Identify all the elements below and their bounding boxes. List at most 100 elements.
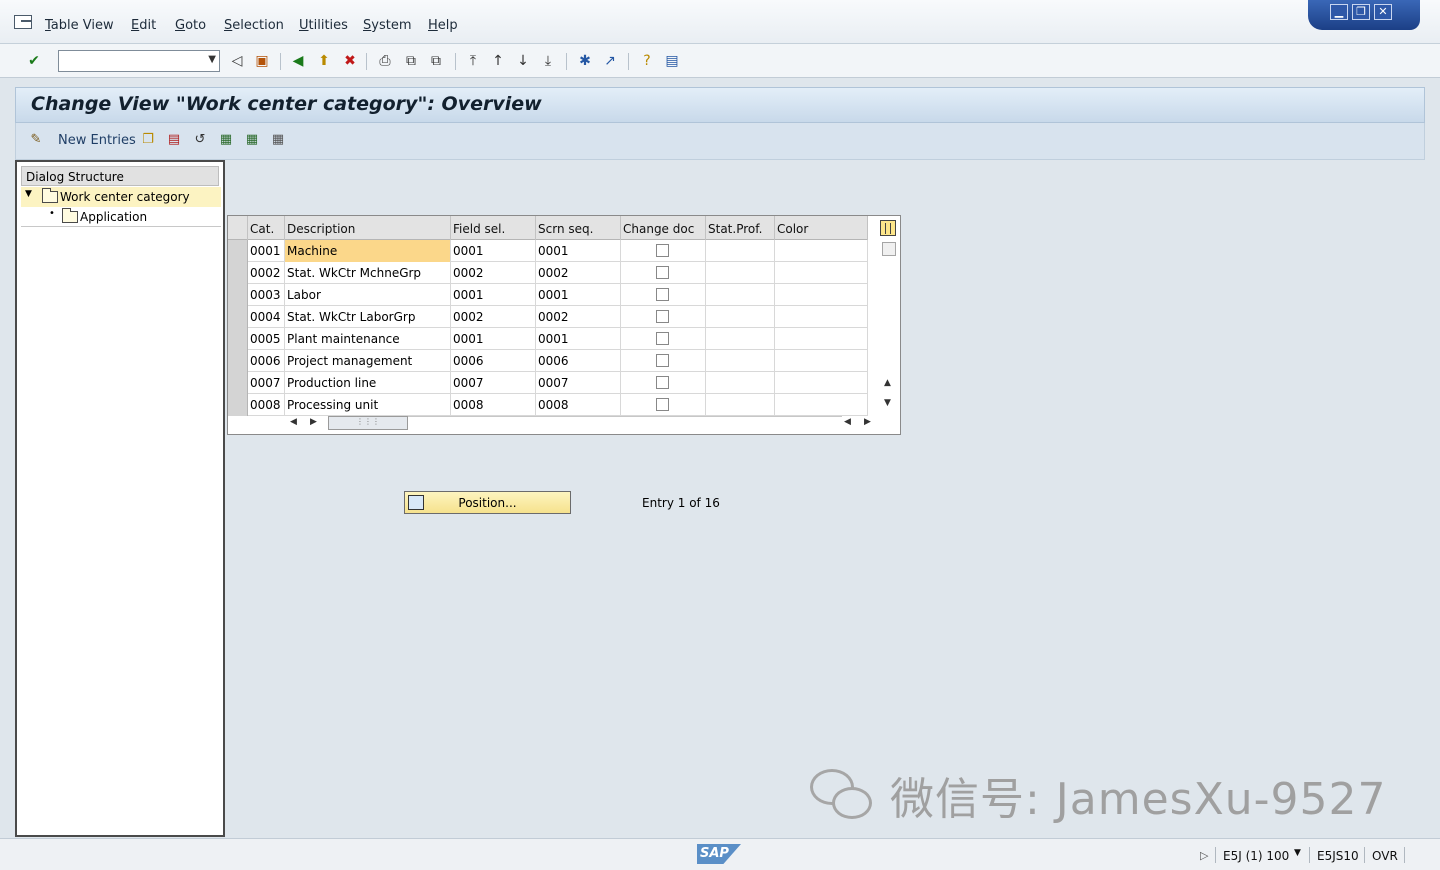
chevron-down-icon[interactable]: ▼ <box>1294 848 1301 858</box>
select-block-icon[interactable]: ▦ <box>244 132 260 148</box>
minimize-icon[interactable]: ▁ <box>1330 4 1348 20</box>
cell-color[interactable] <box>775 328 868 350</box>
cell-stat-prof[interactable] <box>706 306 775 328</box>
row-selector[interactable] <box>228 350 248 372</box>
back-triangle-icon[interactable]: ◁ <box>228 52 246 70</box>
menu-selection[interactable]: Selection <box>224 18 284 33</box>
cell-color[interactable] <box>775 394 868 416</box>
cell-scrn-seq[interactable]: 0002 <box>536 306 621 328</box>
cancel-icon[interactable]: ✖ <box>341 52 359 70</box>
next-page-icon[interactable]: ↓ <box>514 52 532 70</box>
row-selector[interactable] <box>228 328 248 350</box>
chevron-down-icon[interactable]: ▼ <box>208 54 216 65</box>
copy-as-icon[interactable]: ❐ <box>140 132 156 148</box>
select-all-rows[interactable] <box>228 216 248 240</box>
position-button[interactable]: Position... <box>404 491 571 514</box>
row-selector[interactable] <box>228 262 248 284</box>
menu-utilities[interactable]: Utilities <box>299 18 348 33</box>
cell-description[interactable]: Plant maintenance <box>285 328 451 350</box>
cell-description[interactable]: Stat. WkCtr MchneGrp <box>285 262 451 284</box>
cell-scrn-seq[interactable]: 0007 <box>536 372 621 394</box>
status-expand-icon[interactable]: ▷ <box>1200 849 1208 862</box>
column-header-field-sel[interactable]: Field sel. <box>451 216 536 240</box>
cell-description[interactable]: Production line <box>285 372 451 394</box>
column-header-cat[interactable]: Cat. <box>248 216 285 240</box>
column-header-change-doc[interactable]: Change doc <box>621 216 706 240</box>
cell-color[interactable] <box>775 306 868 328</box>
shortcut-icon[interactable]: ↗ <box>601 52 619 70</box>
change-doc-checkbox[interactable] <box>656 288 669 301</box>
cell-stat-prof[interactable] <box>706 262 775 284</box>
cell-scrn-seq[interactable]: 0008 <box>536 394 621 416</box>
scroll-left-icon[interactable]: ◀ <box>290 417 297 427</box>
table-settings-icon[interactable] <box>880 220 896 236</box>
cell-description[interactable]: Project management <box>285 350 451 372</box>
tree-item-application[interactable]: • Application <box>21 207 221 227</box>
system-menu-icon[interactable] <box>14 15 32 29</box>
scroll-thumb[interactable]: ⋮⋮⋮ <box>328 416 408 430</box>
cell-field-sel[interactable]: 0006 <box>451 350 536 372</box>
cell-scrn-seq[interactable]: 0001 <box>536 240 621 262</box>
vertical-scrollbar[interactable]: ▲ ▼ <box>880 240 898 412</box>
scroll-right-icon[interactable]: ▶ <box>864 417 871 427</box>
row-selector[interactable] <box>228 284 248 306</box>
cell-stat-prof[interactable] <box>706 372 775 394</box>
delete-icon[interactable]: ▤ <box>166 132 182 148</box>
layout-icon[interactable]: ▤ <box>663 52 681 70</box>
close-icon[interactable]: ✕ <box>1374 4 1392 20</box>
change-doc-checkbox[interactable] <box>656 398 669 411</box>
horizontal-scrollbar[interactable]: ◀ ▶ ⋮⋮⋮ ◀ ▶ <box>284 414 879 432</box>
cell-stat-prof[interactable] <box>706 240 775 262</box>
cell-color[interactable] <box>775 240 868 262</box>
pencil-icon[interactable]: ✎ <box>28 132 44 148</box>
column-header-scrn-seq[interactable]: Scrn seq. <box>536 216 621 240</box>
first-page-icon[interactable]: ⤒ <box>464 52 482 70</box>
deselect-all-icon[interactable]: ▦ <box>270 132 286 148</box>
cell-field-sel[interactable]: 0007 <box>451 372 536 394</box>
cell-field-sel[interactable]: 0001 <box>451 240 536 262</box>
change-doc-checkbox[interactable] <box>656 310 669 323</box>
menu-goto[interactable]: Goto <box>175 18 206 33</box>
exit-icon[interactable]: ⬆ <box>315 52 333 70</box>
change-doc-checkbox[interactable] <box>656 332 669 345</box>
cell-scrn-seq[interactable]: 0002 <box>536 262 621 284</box>
expand-triangle-icon[interactable]: ▼ <box>25 189 32 199</box>
row-selector[interactable] <box>228 394 248 416</box>
change-doc-checkbox[interactable] <box>656 376 669 389</box>
cell-scrn-seq[interactable]: 0001 <box>536 328 621 350</box>
undo-change-icon[interactable]: ↺ <box>192 132 208 148</box>
cell-description[interactable]: Stat. WkCtr LaborGrp <box>285 306 451 328</box>
row-selector[interactable] <box>228 306 248 328</box>
find-icon[interactable]: ⧉ <box>402 52 420 70</box>
tree-item-work-center-category[interactable]: ▼ Work center category <box>21 187 221 207</box>
new-entries-button[interactable]: New Entries <box>58 133 136 148</box>
change-doc-checkbox[interactable] <box>656 244 669 257</box>
cell-field-sel[interactable]: 0002 <box>451 262 536 284</box>
cell-color[interactable] <box>775 284 868 306</box>
cell-field-sel[interactable]: 0001 <box>451 328 536 350</box>
column-header-stat-prof[interactable]: Stat.Prof. <box>706 216 775 240</box>
print-icon[interactable]: ⎙ <box>376 52 394 70</box>
cell-field-sel[interactable]: 0001 <box>451 284 536 306</box>
cell-description[interactable]: Processing unit <box>285 394 451 416</box>
command-field[interactable]: ▼ <box>58 50 220 72</box>
cell-scrn-seq[interactable]: 0006 <box>536 350 621 372</box>
cell-stat-prof[interactable] <box>706 394 775 416</box>
help-icon[interactable]: ? <box>638 52 656 70</box>
back-icon[interactable]: ◀ <box>289 52 307 70</box>
scroll-down-icon[interactable]: ▼ <box>884 398 891 408</box>
cell-scrn-seq[interactable]: 0001 <box>536 284 621 306</box>
scroll-up-icon[interactable]: ▲ <box>884 378 891 388</box>
column-header-description[interactable]: Description <box>285 216 451 240</box>
cell-stat-prof[interactable] <box>706 350 775 372</box>
previous-page-icon[interactable]: ↑ <box>489 52 507 70</box>
cell-color[interactable] <box>775 262 868 284</box>
menu-edit[interactable]: Edit <box>131 18 156 33</box>
change-doc-checkbox[interactable] <box>656 266 669 279</box>
scroll-right-icon[interactable]: ▶ <box>310 417 317 427</box>
restore-icon[interactable]: ❐ <box>1352 4 1370 20</box>
cell-description[interactable]: Labor <box>285 284 451 306</box>
find-next-icon[interactable]: ⧉ <box>427 52 445 70</box>
row-selector[interactable] <box>228 372 248 394</box>
row-selector[interactable] <box>228 240 248 262</box>
